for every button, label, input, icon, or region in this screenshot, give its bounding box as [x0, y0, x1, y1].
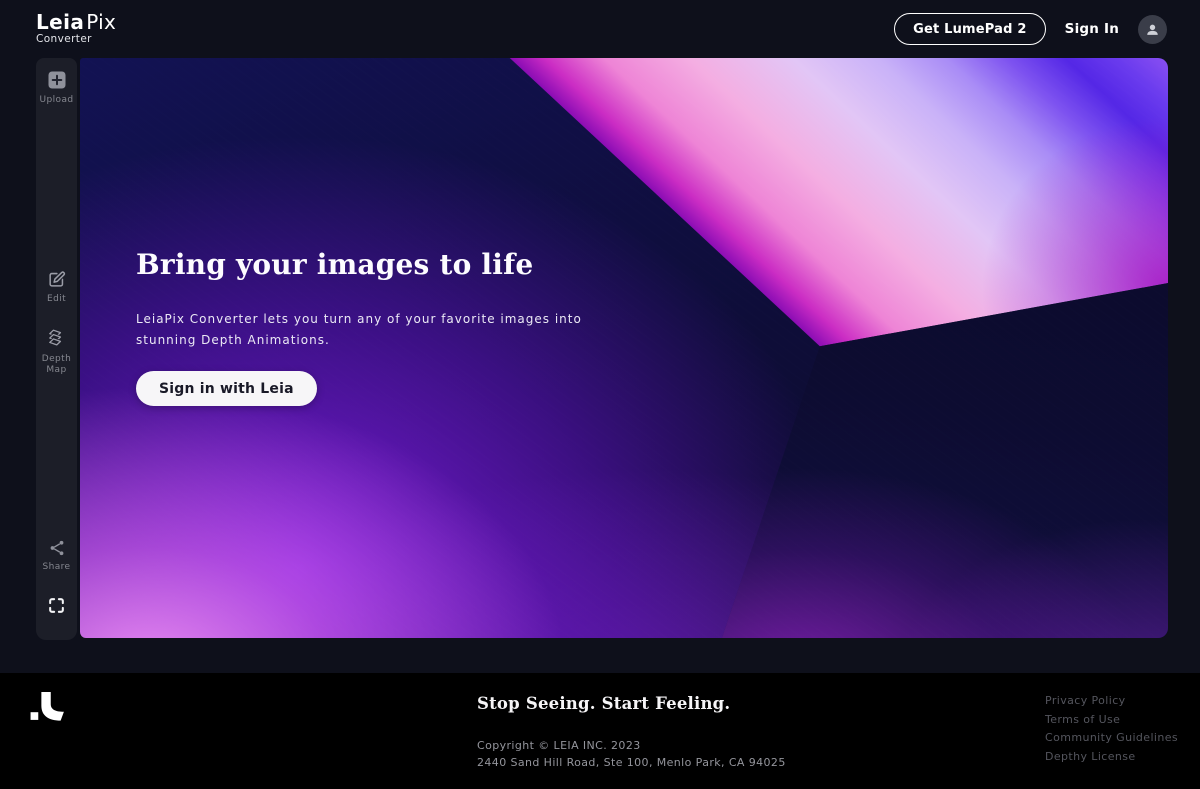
- sidebar-item-edit[interactable]: Edit: [36, 270, 77, 305]
- hero-description-line2: stunning Depth Animations.: [136, 330, 582, 351]
- hero-title: Bring your images to life: [136, 248, 533, 281]
- brand-pix: Pix: [86, 10, 116, 34]
- brand-logo[interactable]: LeiaPix Converter: [36, 12, 116, 45]
- sidebar-item-label: Edit: [37, 294, 77, 305]
- footer-link-depthy-license[interactable]: Depthy License: [1045, 751, 1178, 762]
- sign-in-link[interactable]: Sign In: [1065, 21, 1119, 37]
- header-actions: Get LumePad 2 Sign In: [894, 13, 1167, 45]
- footer-link-terms-of-use[interactable]: Terms of Use: [1045, 714, 1178, 725]
- get-lumepad-button[interactable]: Get LumePad 2: [894, 13, 1046, 45]
- sidebar-item-depth-map[interactable]: Depth Map: [36, 328, 77, 377]
- sidebar-item-upload[interactable]: Upload: [36, 70, 77, 106]
- footer-copyright: Copyright © LEIA INC. 2023 2440 Sand Hil…: [477, 737, 786, 771]
- sidebar-item-label: Upload: [37, 95, 77, 106]
- hero-canvas: Bring your images to life LeiaPix Conver…: [80, 58, 1168, 638]
- address-line: 2440 Sand Hill Road, Ste 100, Menlo Park…: [477, 754, 786, 771]
- copyright-line: Copyright © LEIA INC. 2023: [477, 737, 786, 754]
- fullscreen-icon: [47, 596, 66, 615]
- user-icon: [1144, 21, 1161, 38]
- footer-tagline: Stop Seeing. Start Feeling.: [477, 694, 786, 713]
- sidebar-item-label: Depth Map: [37, 354, 77, 377]
- share-icon: [48, 539, 66, 557]
- footer-center: Stop Seeing. Start Feeling. Copyright © …: [477, 694, 786, 771]
- footer: Stop Seeing. Start Feeling. Copyright © …: [0, 673, 1200, 789]
- avatar[interactable]: [1138, 15, 1167, 44]
- hero-description-line1: LeiaPix Converter lets you turn any of y…: [136, 309, 582, 330]
- upload-plus-icon: [47, 70, 67, 90]
- leia-logo[interactable]: [30, 692, 64, 727]
- sidebar: Upload Edit Depth Map: [36, 58, 77, 640]
- sign-in-with-leia-button[interactable]: Sign in with Leia: [136, 371, 317, 406]
- leia-logo-icon: [30, 692, 64, 723]
- edit-icon: [47, 270, 66, 289]
- brand-subtitle: Converter: [36, 34, 116, 45]
- fullscreen-button[interactable]: [36, 596, 77, 615]
- hero-description: LeiaPix Converter lets you turn any of y…: [136, 309, 582, 351]
- footer-link-community-guidelines[interactable]: Community Guidelines: [1045, 732, 1178, 743]
- header: LeiaPix Converter Get LumePad 2 Sign In: [0, 0, 1200, 58]
- sidebar-item-share[interactable]: Share: [36, 539, 77, 573]
- brand-leia: Leia: [36, 10, 84, 34]
- footer-link-privacy-policy[interactable]: Privacy Policy: [1045, 695, 1178, 706]
- brand-wordmark: LeiaPix: [36, 12, 116, 33]
- footer-links: Privacy Policy Terms of Use Community Gu…: [1045, 695, 1178, 762]
- depth-map-icon: [46, 328, 67, 349]
- sidebar-item-label: Share: [37, 562, 77, 573]
- leiapix-converter-app: LeiaPix Converter Get LumePad 2 Sign In …: [0, 0, 1200, 789]
